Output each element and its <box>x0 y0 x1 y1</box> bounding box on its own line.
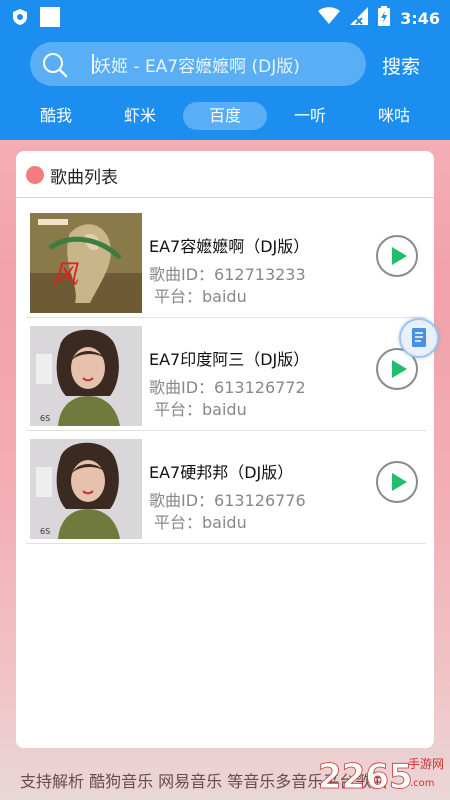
search-input[interactable] <box>94 50 354 78</box>
document-icon <box>412 328 426 347</box>
watermark-logo: 2265 手游网 .com <box>314 748 450 798</box>
shield-icon <box>12 8 28 30</box>
svg-text:6S: 6S <box>40 527 50 536</box>
play-button[interactable] <box>376 235 418 277</box>
song-platform: 平台：baidu <box>154 287 247 306</box>
list-item[interactable]: 6S EA7硬邦邦（DJ版） 歌曲ID：613126776 平台：baidu <box>26 431 426 544</box>
song-id: 歌曲ID：612713233 <box>149 265 306 284</box>
song-name: EA7印度阿三（DJ版） <box>149 350 310 369</box>
album-cover: 6S <box>30 326 142 426</box>
play-button[interactable] <box>376 461 418 503</box>
search-icon[interactable] <box>42 52 68 82</box>
tab-xiami[interactable]: 虾米 <box>98 102 182 130</box>
square-icon <box>40 7 60 31</box>
song-platform: 平台：baidu <box>154 400 247 419</box>
list-item[interactable]: 风 EA7容嬷嬷啊（DJ版） 歌曲ID：612713233 平台：baidu <box>26 205 426 318</box>
album-cover: 6S <box>30 439 142 539</box>
search-box[interactable] <box>30 42 366 86</box>
svg-text:风: 风 <box>52 260 79 290</box>
album-cover: 风 <box>30 213 142 313</box>
svg-text:6S: 6S <box>40 414 50 423</box>
song-name: EA7容嬷嬷啊（DJ版） <box>149 237 310 256</box>
svg-text:手游网: 手游网 <box>408 757 444 771</box>
svg-text:.com: .com <box>410 778 435 789</box>
panel-title: 歌曲列表 <box>50 168 118 188</box>
wifi-icon <box>318 7 341 29</box>
tab-kuwo[interactable]: 酷我 <box>14 102 98 130</box>
floating-document-button[interactable] <box>399 318 439 358</box>
battery-icon <box>378 6 391 30</box>
signal-icon <box>350 7 369 29</box>
song-platform: 平台：baidu <box>154 513 247 532</box>
title-dot <box>26 166 44 184</box>
play-icon <box>392 473 407 491</box>
song-id: 歌曲ID：613126772 <box>149 378 306 397</box>
tab-migu[interactable]: 咪咕 <box>352 102 436 130</box>
song-id: 歌曲ID：613126776 <box>149 491 306 510</box>
song-list-panel: 歌曲列表 风 EA7容嬷嬷啊（DJ版） 歌曲ID：612713233 平台：ba… <box>16 151 434 748</box>
tab-baidu[interactable]: 百度 <box>183 102 267 130</box>
list-item[interactable]: 6S EA7印度阿三（DJ版） 歌曲ID：613126772 平台：baidu <box>26 318 426 431</box>
panel-header: 歌曲列表 <box>16 151 434 198</box>
song-name: EA7硬邦邦（DJ版） <box>149 463 294 482</box>
source-tabs: 酷我 虾米 百度 一听 咪咕 <box>0 102 450 132</box>
header: 搜索 酷我 虾米 百度 一听 咪咕 <box>0 32 450 140</box>
status-time: 3:46 <box>400 8 440 28</box>
tab-yiting[interactable]: 一听 <box>268 102 352 130</box>
status-bar: 3:46 <box>0 0 450 32</box>
search-button[interactable]: 搜索 <box>382 52 420 79</box>
play-icon <box>392 247 407 265</box>
svg-text:2265: 2265 <box>318 757 413 797</box>
